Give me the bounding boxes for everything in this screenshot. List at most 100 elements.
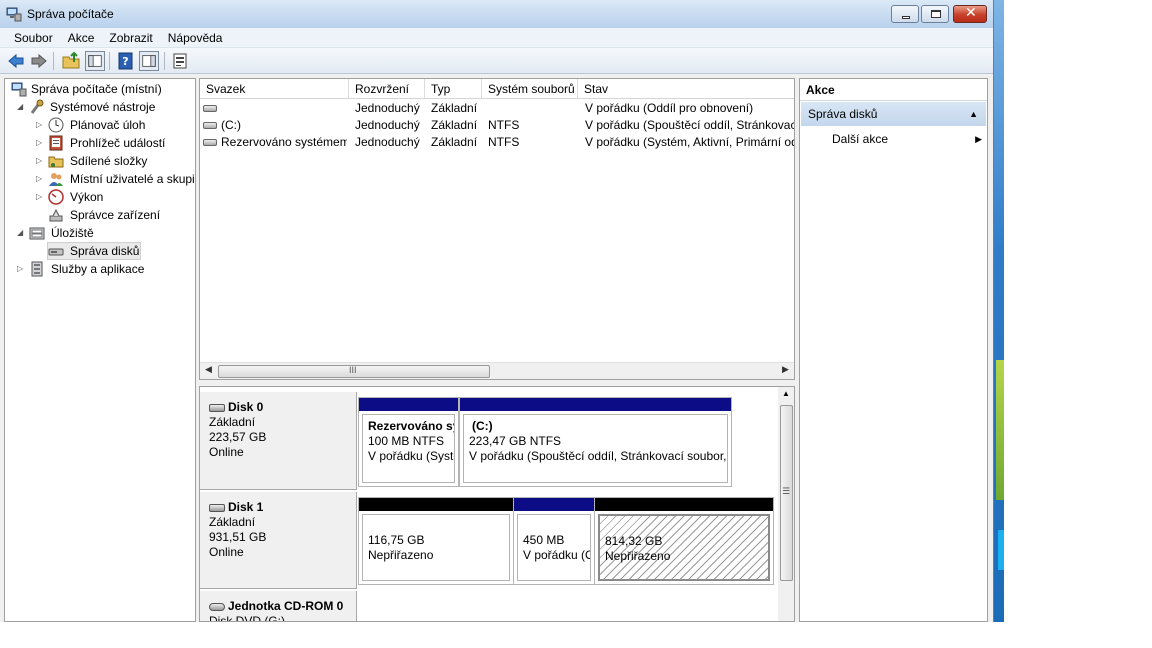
console-tree: Správa počítače (místní) ◢ Systémové nás…	[4, 78, 196, 622]
partition-size: 450 MB	[523, 533, 565, 547]
vertical-scrollbar[interactable]: ▲ ☰	[778, 387, 794, 621]
cell-type: Základní	[431, 135, 478, 149]
disk-kind: Základní	[209, 415, 256, 429]
menu-bar: Soubor Akce Zobrazit Nápověda	[0, 28, 993, 48]
minimize-button[interactable]	[891, 5, 919, 23]
close-button[interactable]: ✕	[953, 5, 987, 23]
menu-view[interactable]: Zobrazit	[101, 28, 159, 45]
shared-folder-icon	[48, 156, 64, 168]
help-icon[interactable]: ?	[116, 51, 136, 71]
partition-bar	[359, 398, 458, 411]
forward-arrow-icon[interactable]	[29, 51, 49, 71]
column-header-type[interactable]: Typ	[425, 79, 482, 98]
tree-item-label: Výkon	[70, 190, 104, 204]
partition-bar	[460, 398, 731, 411]
cell-volume: (C:)	[221, 118, 241, 132]
collapsed-arrow-icon[interactable]: ▷	[36, 170, 42, 188]
collapsed-arrow-icon[interactable]: ▷	[36, 188, 42, 206]
collapsed-arrow-icon[interactable]: ▷	[36, 116, 42, 134]
window-title: Správa počítače	[27, 7, 114, 21]
collapsed-arrow-icon[interactable]: ▷	[36, 134, 42, 152]
tree-item-label: Prohlížeč událostí	[70, 136, 166, 150]
menu-help[interactable]: Nápověda	[160, 28, 230, 45]
table-row[interactable]: (C:) Jednoduchý Základní NTFS V pořádku …	[200, 117, 794, 134]
partition-status: Nepřiřazeno	[368, 548, 434, 562]
column-header-volume[interactable]: Svazek	[200, 79, 349, 98]
disk-management-icon	[48, 248, 64, 256]
storage-icon	[29, 227, 45, 240]
cell-status: V pořádku (Oddíl pro obnovení)	[585, 101, 754, 115]
scroll-left-icon[interactable]: ◀	[205, 364, 212, 375]
partition-size: 223,47 GB NTFS	[469, 434, 562, 448]
disk-0-info[interactable]: Disk 0 Základní 223,57 GB Online	[200, 392, 357, 490]
actions-header: Akce	[800, 79, 987, 101]
users-icon	[49, 173, 63, 186]
expanded-arrow-icon[interactable]: ◢	[17, 98, 23, 116]
collapse-triangle-icon[interactable]: ▲	[969, 102, 978, 126]
disk-state: Online	[209, 445, 244, 459]
cdrom-0-info[interactable]: Jednotka CD-ROM 0 Disk DVD (G:)	[200, 591, 357, 621]
partition-size: 814,32 GB	[605, 534, 663, 548]
maximize-button[interactable]	[921, 5, 949, 23]
maximize-icon	[931, 10, 941, 18]
cell-type: Základní	[431, 101, 478, 115]
disk-name: Jednotka CD-ROM 0	[209, 599, 356, 614]
scroll-grip: ☰	[782, 486, 791, 496]
partition-disk1-unallocated-1[interactable]: 116,75 GB Nepřiřazeno	[358, 497, 514, 585]
menu-file[interactable]: Soubor	[6, 28, 60, 45]
cell-filesystem: NTFS	[488, 118, 520, 132]
tree-item-label: Místní uživatelé a skupin	[70, 172, 196, 186]
disk-name-label: Disk 0	[228, 400, 264, 414]
cell-status: V pořádku (Spouštěcí oddíl, Stránkovací	[585, 118, 794, 132]
title-bar[interactable]: Správa počítače ✕	[0, 0, 993, 28]
partition-status: V pořádku (Spouštěcí oddíl, Stránkovací …	[469, 449, 728, 463]
partition-disk1-unallocated-2[interactable]: 814,32 GB Nepřiřazeno	[594, 497, 774, 585]
minimize-icon	[902, 16, 910, 19]
show-hide-action-pane-icon[interactable]	[139, 51, 159, 71]
column-header-status[interactable]: Stav	[578, 79, 794, 98]
event-viewer-icon	[49, 135, 63, 151]
table-row[interactable]: Rezervováno systémem Jednoduchý Základní…	[200, 134, 794, 151]
horizontal-scrollbar[interactable]: ◀ III ▶	[200, 362, 794, 379]
collapsed-arrow-icon[interactable]: ▷	[36, 152, 42, 170]
cell-status: V pořádku (Systém, Aktivní, Primární od	[585, 135, 794, 149]
partition-status: V pořádku (O	[523, 548, 591, 562]
table-row[interactable]: Jednoduchý Základní V pořádku (Oddíl pro…	[200, 100, 794, 117]
partition-bar	[359, 498, 513, 511]
more-actions-item[interactable]: Další akce ▶	[832, 129, 982, 149]
back-arrow-icon[interactable]	[6, 51, 26, 71]
show-hide-console-tree-icon[interactable]	[85, 51, 105, 71]
partition-disk0-c[interactable]: (C:) 223,47 GB NTFS V pořádku (Spouštěcí…	[459, 397, 732, 487]
submenu-arrow-icon: ▶	[975, 134, 982, 144]
disk-name: Disk 1	[209, 500, 356, 515]
scroll-up-icon[interactable]: ▲	[782, 389, 790, 398]
cell-layout: Jednoduchý	[355, 118, 420, 132]
column-header-layout[interactable]: Rozvržení	[349, 79, 425, 98]
properties-icon[interactable]	[170, 51, 190, 71]
partition-details: 814,32 GB Nepřiřazeno	[598, 514, 770, 581]
partition-status: Nepřiřazeno	[605, 549, 671, 563]
tree-item-label: Plánovač úloh	[70, 118, 146, 132]
toolbar-separator	[164, 52, 165, 70]
partition-title: (C:)	[472, 419, 493, 433]
tools-icon	[30, 99, 44, 114]
disk-state: Online	[209, 545, 244, 559]
disk-1-info[interactable]: Disk 1 Základní 931,51 GB Online	[200, 492, 357, 589]
scroll-thumb[interactable]: III	[218, 365, 490, 378]
partition-disk0-reserved[interactable]: Rezervováno sy 100 MB NTFS V pořádku (Sy…	[358, 397, 459, 487]
scroll-right-icon[interactable]: ▶	[782, 364, 789, 375]
up-folder-icon[interactable]	[61, 51, 81, 71]
collapsed-arrow-icon[interactable]: ▷	[17, 260, 23, 278]
column-header-filesystem[interactable]: Systém souborů	[482, 79, 578, 98]
tree-item-label: Správa počítače (místní)	[31, 82, 162, 96]
expanded-arrow-icon[interactable]: ◢	[17, 224, 23, 242]
actions-section-disk-management[interactable]: Správa disků ▲	[801, 102, 986, 126]
disk-kind: Základní	[209, 515, 256, 529]
partition-details: (C:) 223,47 GB NTFS V pořádku (Spouštěcí…	[463, 414, 728, 483]
desktop-wallpaper-shape	[996, 360, 1004, 500]
tree-item-label: Sdílené složky	[70, 154, 148, 168]
scroll-thumb[interactable]: ☰	[780, 405, 793, 581]
menu-action[interactable]: Akce	[60, 28, 102, 45]
partition-disk1-450mb[interactable]: 450 MB V pořádku (O	[513, 497, 595, 585]
tree-item-label: Systémové nástroje	[50, 100, 156, 114]
